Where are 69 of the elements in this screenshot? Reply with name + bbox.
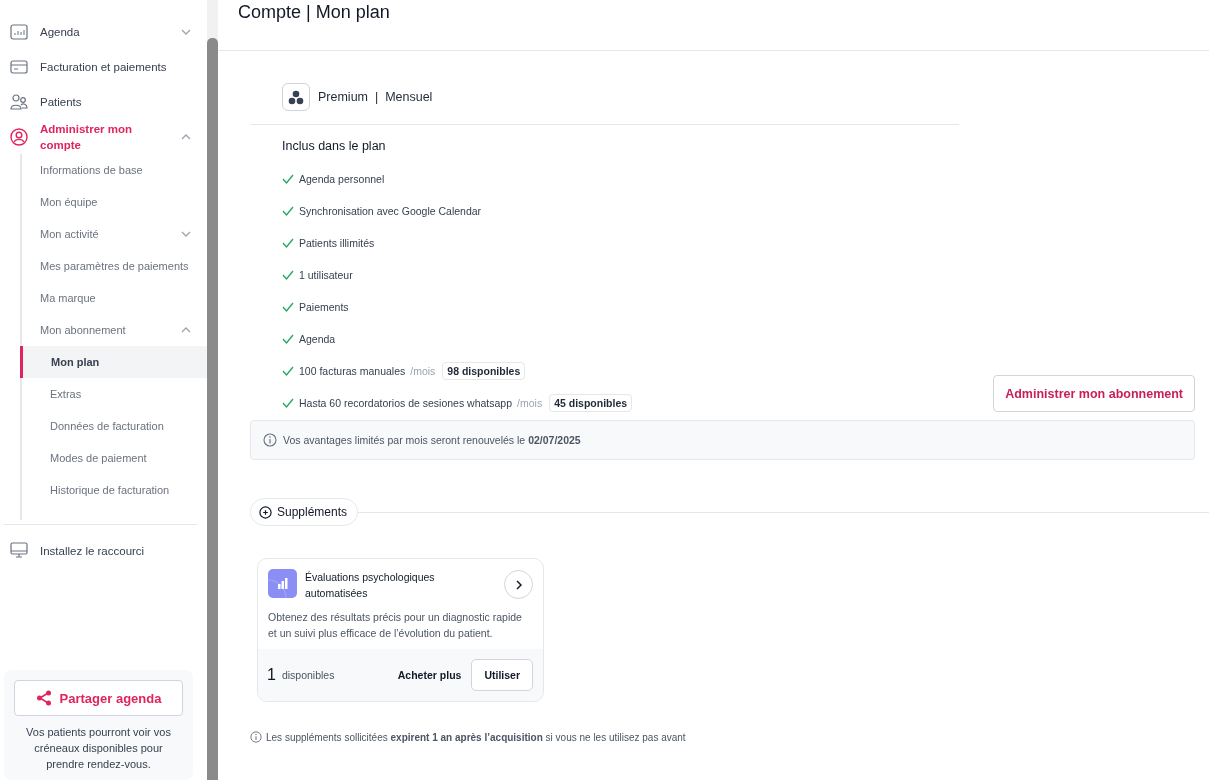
sidebar-subitem[interactable]: Mes paramètres de paiements bbox=[22, 250, 207, 282]
feature-text: Hasta 60 recordatorios de sesiones whatsapp bbox=[299, 397, 513, 409]
card-title: Évaluations psychologiques automatisées bbox=[305, 570, 436, 601]
chevron-icon bbox=[181, 327, 191, 333]
share-icon bbox=[35, 690, 52, 706]
sidebar-subitem[interactable]: Mon abonnement bbox=[22, 314, 207, 346]
expiry-note: Les suppléments sollicitées expirent 1 an après l’acquisition si vous ne les utilisez pas avant bbox=[266, 731, 686, 743]
sidebar-item[interactable]: Patients bbox=[4, 84, 207, 119]
availability-badge: 45 disponibles bbox=[549, 394, 633, 412]
share-button[interactable]: Partager agenda bbox=[14, 680, 183, 716]
bar-chart-icon bbox=[268, 569, 297, 598]
share-description: Vos patients pourront voir vos créneaux disponibles pour prendre rendez-vous. bbox=[25, 725, 172, 772]
check-icon bbox=[282, 174, 294, 184]
check-icon bbox=[282, 366, 294, 376]
feature-text: Agenda personnel bbox=[299, 173, 385, 185]
renewal-text: Vos avantages limités par mois seront renouvelés le 02/07/2025 bbox=[283, 434, 581, 446]
cluster-icon bbox=[288, 89, 304, 105]
feature-text: Paiements bbox=[299, 301, 349, 313]
feature-text: Patients illimités bbox=[299, 237, 375, 249]
feature-text: 100 facturas manuales bbox=[299, 365, 406, 377]
sidebar-subitem[interactable]: Historique de facturation bbox=[22, 474, 207, 506]
sidebar-subitem[interactable]: Mon équipe bbox=[22, 186, 207, 218]
open-button[interactable] bbox=[504, 570, 533, 599]
available-count: 1 bbox=[267, 666, 276, 684]
feature-unit: /mois bbox=[410, 365, 436, 377]
page-title: Compte | Mon plan bbox=[238, 2, 391, 23]
sidebar-item[interactable]: Installez le raccourci bbox=[4, 533, 207, 568]
plus-circle-icon bbox=[259, 505, 272, 519]
check-icon bbox=[282, 302, 294, 312]
info-icon bbox=[250, 731, 262, 743]
feature-text: Synchronisation avec Google Calendar bbox=[299, 205, 482, 217]
monitor-icon bbox=[10, 542, 28, 559]
sidebar-item[interactable]: Facturation et paiements bbox=[4, 49, 207, 84]
check-icon bbox=[282, 398, 294, 408]
sidebar-subitem[interactable]: Mon activité bbox=[22, 218, 207, 250]
use-button[interactable]: Utiliser bbox=[471, 659, 533, 691]
feature-text: 1 utilisateur bbox=[299, 269, 353, 281]
supplements-title: Suppléments bbox=[277, 505, 348, 519]
scrollbar[interactable] bbox=[207, 0, 218, 780]
sidebar-item[interactable]: Administrer mon compte bbox=[4, 119, 207, 154]
feature-unit: /mois bbox=[517, 397, 543, 409]
included-title: Inclus dans le plan bbox=[282, 139, 387, 153]
chevron-right-icon bbox=[515, 579, 522, 590]
availability-badge: 98 disponibles bbox=[442, 362, 526, 380]
buy-more-button[interactable]: Acheter plus bbox=[393, 669, 466, 681]
sidebar-subitem[interactable]: Extras bbox=[22, 378, 207, 410]
chevron-icon bbox=[181, 28, 191, 35]
sidebar-subitem[interactable]: Modes de paiement bbox=[22, 442, 207, 474]
sidebar-subitem[interactable]: Mon plan bbox=[20, 346, 207, 378]
chevron-icon bbox=[181, 231, 191, 237]
sidebar-item[interactable]: Agenda bbox=[4, 14, 207, 49]
user-circle-icon bbox=[10, 127, 28, 146]
manage-subscription-button[interactable]: Administrer mon abonnement bbox=[993, 375, 1195, 412]
check-icon bbox=[282, 334, 294, 344]
chevron-icon bbox=[181, 133, 191, 140]
available-label: disponibles bbox=[281, 669, 336, 681]
info-icon bbox=[263, 433, 277, 447]
sidebar-subitem[interactable]: Ma marque bbox=[22, 282, 207, 314]
plan-name: Premium | Mensuel bbox=[318, 90, 433, 104]
sidebar-subitem[interactable]: Informations de base bbox=[22, 154, 207, 186]
card-icon bbox=[10, 59, 28, 74]
users-icon bbox=[10, 93, 28, 110]
sidebar-subitem[interactable]: Données de facturation bbox=[22, 410, 207, 442]
card-description: Obtenez des résultats précis pour un diagnostic rapide et un suivi plus efficace de l’évolution du patient. bbox=[268, 610, 523, 641]
calendar-icon bbox=[10, 23, 28, 40]
feature-text: Agenda bbox=[299, 333, 336, 345]
check-icon bbox=[282, 238, 294, 248]
check-icon bbox=[282, 206, 294, 216]
check-icon bbox=[282, 270, 294, 280]
